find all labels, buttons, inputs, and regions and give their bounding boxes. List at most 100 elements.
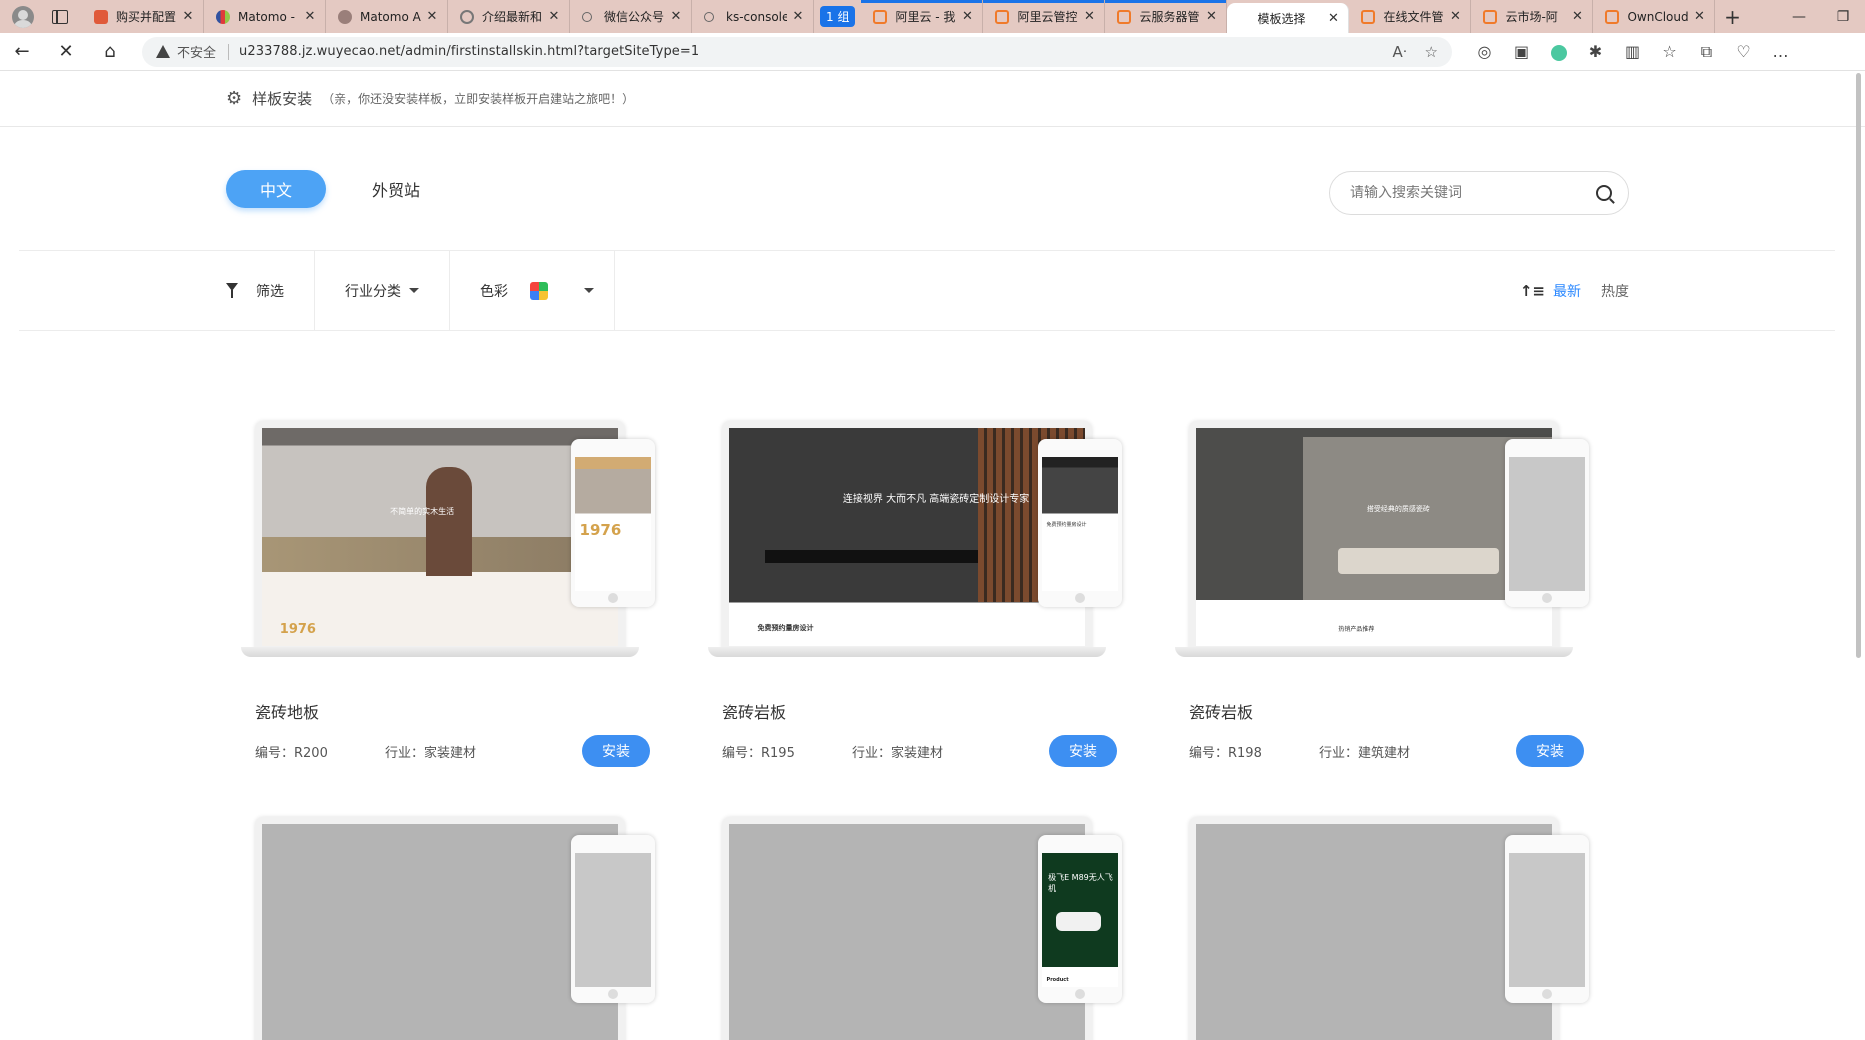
tab-favicon-icon [582, 11, 592, 22]
phone-screenshot-placeholder [1509, 853, 1585, 987]
template-preview[interactable]: 搭受经典的质感瓷砖 热销产品推荐 [1175, 421, 1589, 661]
tab-title: Matomo A [360, 9, 421, 24]
template-preview[interactable]: 连接视界 大而不凡 高端瓷砖定制设计专家 免费预约量房设计 免费预约量房设计 [708, 421, 1122, 661]
filter-label: 筛选 [256, 283, 284, 300]
template-preview[interactable]: 不简单的实木生活 1976 1976 [241, 421, 655, 661]
search-box [1329, 171, 1629, 215]
filter-toggle[interactable]: 筛选 [19, 251, 315, 330]
browser-tab[interactable]: 购买并配置 ✕ [82, 0, 204, 33]
tab-favicon-icon [216, 9, 230, 24]
phone-year: 1976 [579, 521, 622, 540]
install-button[interactable]: 安装 [1516, 735, 1584, 767]
close-tab-icon[interactable]: ✕ [181, 9, 195, 24]
close-tab-icon[interactable]: ✕ [1570, 9, 1584, 24]
close-tab-icon[interactable]: ✕ [1326, 11, 1340, 26]
template-card: 搭受经典的质感瓷砖 热销产品推荐 瓷砖岩板 编号：R198 行业：建筑建材 安装 [1175, 421, 1589, 767]
url-text[interactable]: u233788.jz.wuyecao.net/admin/firstinstal… [239, 44, 1392, 59]
favorite-star-icon[interactable]: ☆ [1425, 43, 1438, 61]
warning-icon [156, 45, 170, 58]
sort-newest[interactable]: 最新 [1553, 281, 1581, 301]
laptop-mockup [1189, 817, 1559, 1040]
browser-tab[interactable]: 模板选择 ✕ [1227, 3, 1350, 33]
tab-favicon-icon [1361, 9, 1376, 24]
tab-title: 购买并配置 [116, 10, 177, 24]
browser-tab[interactable]: Matomo A ✕ [326, 0, 448, 33]
close-tab-icon[interactable]: ✕ [547, 9, 561, 24]
minimize-icon[interactable]: — [1777, 0, 1821, 33]
tab-group-chip[interactable]: 1 组 [820, 6, 856, 27]
more-menu-icon[interactable]: … [1762, 42, 1799, 61]
performance-icon[interactable]: ♡ [1725, 42, 1762, 61]
close-tab-icon[interactable]: ✕ [303, 9, 317, 24]
color-dropdown[interactable]: 色彩 [450, 251, 615, 330]
phone-mockup: 1976 [571, 439, 655, 607]
page-header: ⚙ 样板安装 （亲，你还没安装样板，立即安装样板开启建站之旅吧！） [0, 71, 1865, 127]
search-input[interactable] [1350, 185, 1596, 201]
template-preview[interactable]: 极飞E M89无人飞机 Product [722, 817, 1122, 1040]
template-preview[interactable] [255, 817, 655, 1040]
url-box[interactable]: 不安全 u233788.jz.wuyecao.net/admin/firstin… [142, 36, 1452, 67]
template-preview[interactable] [1189, 817, 1589, 1040]
maximize-icon[interactable]: ❐ [1821, 0, 1865, 33]
browser-tab[interactable]: 在线文件管 ✕ [1349, 0, 1472, 33]
phone-screenshot: 免费预约量房设计 [1042, 457, 1118, 591]
browser-tab[interactable]: 阿里云 - 我 ✕ [861, 0, 984, 33]
address-bar: ← ✕ ⌂ 不安全 u233788.jz.wuyecao.net/admin/f… [0, 33, 1865, 71]
close-tab-icon[interactable]: ✕ [1692, 9, 1706, 24]
close-tab-icon[interactable]: ✕ [425, 9, 439, 24]
sort-hottest[interactable]: 热度 [1601, 281, 1629, 301]
read-aloud-icon[interactable]: Aᐧ [1392, 43, 1406, 61]
extensions-puzzle-icon[interactable]: ✱ [1577, 42, 1614, 61]
install-button[interactable]: 安装 [582, 735, 650, 767]
collections-add-icon[interactable]: ⧉ [1688, 42, 1725, 62]
tab-title: 模板选择 [1257, 11, 1306, 26]
browser-tab[interactable]: OwnCloud ✕ [1593, 0, 1716, 33]
scrollbar[interactable] [1856, 73, 1861, 658]
favorites-icon[interactable]: ☆ [1651, 42, 1688, 61]
browser-tab[interactable]: 阿里云管控 ✕ [983, 0, 1106, 33]
close-tab-icon[interactable]: ✕ [960, 9, 974, 24]
tab-title: OwnCloud [1627, 9, 1689, 24]
extension-icon[interactable]: ◎ [1466, 42, 1503, 61]
template-code: 编号：R200 [255, 745, 328, 761]
tab-favicon-icon [1117, 9, 1132, 24]
filter-row: 筛选 行业分类 色彩 ↑≡ 最新 热度 [19, 251, 1835, 331]
browser-tab-bar: 购买并配置 ✕ Matomo - ✕ Matomo A ✕ 介绍最新和 ✕ 微信公众号 ✕ ks-c… [0, 0, 1865, 33]
browser-tab[interactable]: 介绍最新和 ✕ [448, 0, 570, 33]
close-tab-icon[interactable]: ✕ [669, 9, 683, 24]
laptop-screenshot-placeholder [262, 824, 618, 1040]
close-tab-icon[interactable]: ✕ [791, 9, 805, 24]
browser-tab[interactable]: ks-console ✕ [692, 0, 814, 33]
split-screen-icon[interactable]: ▥ [1614, 42, 1651, 61]
browser-tab[interactable]: 微信公众号 ✕ [570, 0, 692, 33]
browser-tab[interactable]: 云服务器管 ✕ [1105, 0, 1228, 33]
phone-screenshot-placeholder [575, 853, 651, 987]
browser-tab[interactable]: 云市场-阿 ✕ [1471, 0, 1594, 33]
laptop-caption: 不简单的实木生活 [390, 507, 455, 517]
browser-tab[interactable]: Matomo - ✕ [204, 0, 326, 33]
template-code: 编号：R198 [1189, 745, 1262, 761]
tab-actions-icon[interactable] [52, 9, 68, 24]
new-tab-button[interactable]: + [1715, 5, 1749, 29]
insecure-label[interactable]: 不安全 [177, 42, 216, 61]
collections-icon[interactable]: ▣ [1503, 42, 1540, 61]
industry-dropdown[interactable]: 行业分类 [315, 251, 450, 330]
close-tab-icon[interactable]: ✕ [1204, 9, 1218, 24]
phone-caption: 极飞E M89无人飞机 [1048, 872, 1113, 893]
stop-loading-button[interactable]: ✕ [44, 33, 88, 71]
back-button[interactable]: ← [0, 33, 44, 71]
close-tab-icon[interactable]: ✕ [1082, 9, 1096, 24]
tab-favicon-icon [704, 11, 714, 22]
gear-icon: ⚙ [226, 88, 243, 109]
profile-avatar[interactable] [12, 5, 34, 28]
extension-green-icon[interactable] [1540, 42, 1577, 61]
tab-favicon-icon [995, 9, 1010, 24]
lang-tab-chinese[interactable]: 中文 [226, 169, 326, 208]
home-button[interactable]: ⌂ [88, 33, 132, 71]
close-tab-icon[interactable]: ✕ [1448, 9, 1462, 24]
search-icon[interactable] [1596, 185, 1612, 201]
install-button[interactable]: 安装 [1049, 735, 1117, 767]
lang-tab-foreign[interactable]: 外贸站 [372, 177, 420, 201]
tab-favicon-icon [94, 9, 108, 24]
template-name: 瓷砖岩板 [722, 703, 787, 722]
